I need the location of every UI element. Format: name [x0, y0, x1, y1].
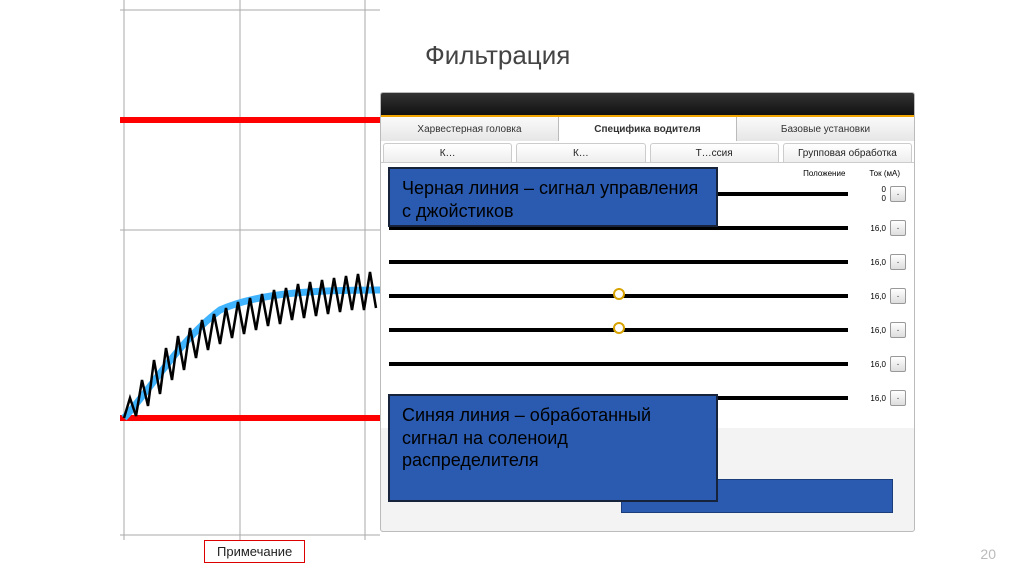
subtab-d[interactable]: Групповая обработка [783, 143, 912, 162]
slider-track[interactable] [389, 260, 848, 264]
subtab-b[interactable]: К… [516, 143, 645, 162]
sub-tabs: К… К… Т…ссия Групповая обработка [381, 141, 914, 163]
slider-value: 16,0 [856, 292, 886, 301]
slider-handle[interactable] [613, 288, 625, 300]
slider-options-button[interactable]: · [890, 322, 906, 338]
callout-blue-line: Синяя линия – обработанный сигнал на сол… [388, 394, 718, 502]
page-number: 20 [980, 546, 996, 562]
tab-harvester-head[interactable]: Харвестерная головка [381, 117, 559, 141]
slider-row: 16,0 · [389, 316, 906, 344]
slider-track[interactable] [389, 328, 848, 332]
slider-handle[interactable] [613, 322, 625, 334]
signal-chart [120, 0, 380, 540]
tab-driver-specific[interactable]: Специфика водителя [559, 117, 737, 141]
slider-value: 16,0 [856, 224, 886, 233]
slider-value: 16,0 [856, 258, 886, 267]
callout-black-line: Черная линия – сигнал управления с джойс… [388, 167, 718, 227]
col-current: Ток (мА) [869, 169, 900, 178]
col-position: Положение [803, 169, 845, 178]
slider-track[interactable] [389, 362, 848, 366]
page-title: Фильтрация [425, 40, 570, 71]
slider-options-button[interactable]: · [890, 288, 906, 304]
slider-value: 16,0 [856, 360, 886, 369]
slider-options-button[interactable]: · [890, 390, 906, 406]
slider-options-button[interactable]: · [890, 254, 906, 270]
slider-row: 16,0 · [389, 350, 906, 378]
slider-row: 16,0 · [389, 248, 906, 276]
slider-value: 16,0 [856, 326, 886, 335]
note-box: Примечание [204, 540, 305, 563]
window-titlebar [381, 93, 914, 117]
slider-options-button[interactable]: · [890, 356, 906, 372]
main-tabs: Харвестерная головка Специфика водителя … [381, 117, 914, 141]
slider-options-button[interactable]: · [890, 220, 906, 236]
subtab-a[interactable]: К… [383, 143, 512, 162]
tab-base-settings[interactable]: Базовые установки [737, 117, 914, 141]
slider-options-button[interactable]: · [890, 186, 906, 202]
slider-value: 16,0 [856, 394, 886, 403]
slider-value: 00 [856, 185, 886, 203]
subtab-c[interactable]: Т…ссия [650, 143, 779, 162]
slider-track[interactable] [389, 294, 848, 298]
slider-row: 16,0 · [389, 282, 906, 310]
